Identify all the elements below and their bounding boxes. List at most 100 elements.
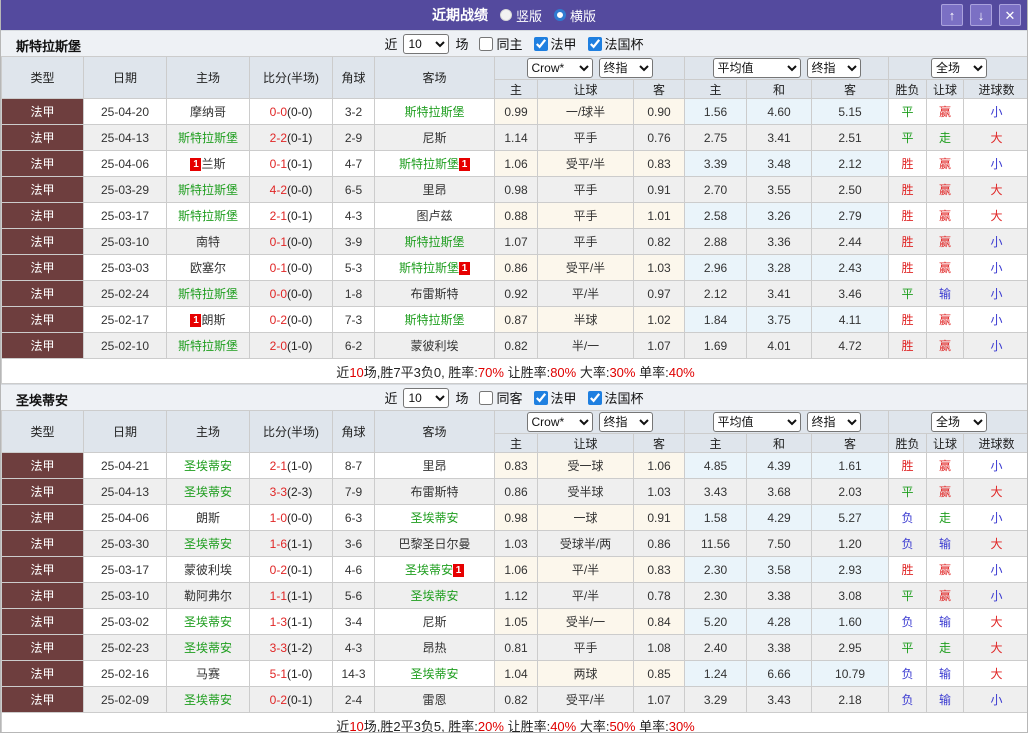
- team-name: 圣埃蒂安: [183, 459, 232, 473]
- table-row: 法甲 25-03-10 南特 0-1(0-0) 3-9 斯特拉斯堡 1.07 平手 0.82 2.…: [1, 228, 1027, 255]
- horizontal-layout-radio[interactable]: [554, 9, 566, 21]
- odds-away-cell: 0.86: [632, 530, 686, 557]
- odds-away-cell: 0.82: [632, 228, 686, 255]
- red-card-badge: 1: [459, 262, 470, 275]
- final-odds-select[interactable]: 终指: [598, 412, 653, 432]
- average-select[interactable]: 平均值: [712, 58, 801, 78]
- corner-cell: 5-6: [332, 582, 375, 609]
- summary-value: 20%: [477, 718, 504, 733]
- filter-controls: 近 10 场 同主 法甲 法国杯: [382, 33, 645, 54]
- home-team-cell: 斯特拉斯堡: [166, 332, 250, 359]
- league-cell: 法甲: [1, 306, 84, 333]
- summary-value: 40%: [668, 364, 695, 380]
- full-match-select[interactable]: 全场: [931, 412, 988, 432]
- avg-draw-cell: 3.48: [746, 150, 813, 177]
- score-cell: 3-3(1-2): [249, 634, 333, 661]
- team-name: 布雷斯特: [410, 287, 459, 301]
- same-venue-checkbox[interactable]: [479, 36, 494, 51]
- avg-home-cell: 2.75: [684, 124, 748, 151]
- date-cell: 25-04-13: [83, 124, 167, 151]
- corner-cell: 4-6: [332, 556, 375, 583]
- odds-home-cell: 0.87: [494, 306, 538, 333]
- type-header: 类型: [1, 56, 84, 99]
- league-cell: 法甲: [1, 254, 84, 281]
- date-cell: 25-02-23: [83, 634, 167, 661]
- final-odds-select-2[interactable]: 终指: [806, 58, 861, 78]
- corner-cell: 6-2: [332, 332, 375, 359]
- summary-value: 10: [349, 364, 364, 380]
- score-cell: 1-6(1-1): [249, 530, 333, 557]
- odds-home-cell: 1.04: [494, 660, 538, 687]
- odds-away-cell: 1.07: [632, 686, 686, 713]
- handicap-cell: 两球: [537, 660, 634, 687]
- team-name: 圣埃蒂安: [183, 485, 232, 499]
- table-row: 法甲 25-02-09 圣埃蒂安 0-2(0-1) 2-4 雷恩 0.82 受平/半 1.07 3…: [1, 686, 1027, 713]
- final-odds-select[interactable]: 终指: [598, 58, 653, 78]
- match-count-select[interactable]: 10: [403, 33, 450, 54]
- table-row: 法甲 25-04-06 朗斯 1-0(0-0) 6-3 圣埃蒂安 0.98 一球 0.91 1.5…: [1, 504, 1027, 531]
- same-venue-checkbox[interactable]: [479, 390, 494, 405]
- corner-cell: 3-6: [332, 530, 375, 557]
- goals-result-cell: 小: [963, 228, 1027, 255]
- same-venue-label: 同主: [496, 37, 523, 52]
- score-cell: 1-0(0-0): [249, 504, 333, 531]
- filter-bar: 圣埃蒂安 近 10 场 同客 法甲 法国杯: [1, 384, 1027, 410]
- odds-home-cell: 0.98: [494, 176, 538, 203]
- home-team-cell: 摩纳哥: [166, 98, 250, 125]
- team-name: 尼斯: [422, 131, 447, 145]
- team-name: 圣埃蒂安: [410, 667, 459, 681]
- result-header: 胜负: [888, 79, 928, 99]
- company-select[interactable]: Crow*: [526, 412, 593, 432]
- french-cup-label: 法国杯: [604, 391, 644, 406]
- final-odds-select-2[interactable]: 终指: [806, 412, 861, 432]
- ligue1-checkbox[interactable]: [533, 36, 548, 51]
- handicap-cell: 受半/一: [537, 608, 634, 635]
- close-button[interactable]: ✕: [999, 4, 1021, 26]
- home-header: 主场: [166, 410, 250, 453]
- near-label: 近: [384, 37, 398, 52]
- odds-away-header: 客: [632, 433, 686, 453]
- handicap-header: 让球: [537, 79, 634, 99]
- summary-text: 单率:: [635, 364, 669, 380]
- handicap-result-cell: 走: [926, 634, 965, 661]
- full-match-select[interactable]: 全场: [931, 58, 988, 78]
- matches-label: 场: [455, 37, 469, 52]
- result-group: 全场: [888, 56, 1027, 80]
- team-name: 斯特拉斯堡: [177, 183, 238, 197]
- avg-home-cell: 4.85: [684, 452, 748, 479]
- odds-home-cell: 0.92: [494, 280, 538, 307]
- corner-cell: 7-9: [332, 478, 375, 505]
- horizontal-layout-label[interactable]: 横版: [570, 6, 596, 25]
- summary-line: 近10场,胜7平3负0, 胜率:70% 让胜率:80% 大率:30% 单率:40…: [1, 358, 1027, 384]
- down-arrow-icon: ↓: [977, 7, 985, 23]
- match-count-select[interactable]: 10: [403, 387, 450, 408]
- french-cup-checkbox[interactable]: [587, 390, 602, 405]
- ligue1-checkbox[interactable]: [533, 390, 548, 405]
- handicap-cell: 平手: [537, 228, 634, 255]
- odds-home-cell: 1.06: [494, 556, 538, 583]
- ligue1-label: 法甲: [550, 391, 577, 406]
- result-cell: 负: [888, 504, 928, 531]
- table-row: 法甲 25-02-10 斯特拉斯堡 2-0(1-0) 6-2 蒙彼利埃 0.82 半/一 1.0…: [1, 332, 1027, 359]
- team-name: 圣埃蒂安: [410, 589, 459, 603]
- score-header: 比分(半场): [249, 56, 333, 99]
- average-select[interactable]: 平均值: [712, 412, 801, 432]
- league-cell: 法甲: [1, 332, 84, 359]
- odds-home-cell: 0.82: [494, 686, 538, 713]
- vertical-layout-radio[interactable]: [499, 9, 512, 21]
- company-select[interactable]: Crow*: [526, 58, 593, 78]
- avg-draw-cell: 3.36: [746, 228, 813, 255]
- avg-home-cell: 2.88: [684, 228, 748, 255]
- away-team-cell: 圣埃蒂安: [374, 582, 495, 609]
- table-row: 法甲 25-03-02 圣埃蒂安 1-3(1-1) 3-4 尼斯 1.05 受半/一 0.84 5…: [1, 608, 1027, 635]
- handicap-result-cell: 赢: [926, 582, 965, 609]
- french-cup-checkbox[interactable]: [587, 36, 602, 51]
- corner-cell: 8-7: [332, 452, 375, 479]
- move-down-button[interactable]: ↓: [970, 4, 992, 26]
- vertical-layout-label[interactable]: 竖版: [516, 6, 542, 25]
- move-up-button[interactable]: ↑: [941, 4, 963, 26]
- odds-away-header: 客: [632, 79, 686, 99]
- league-cell: 法甲: [1, 176, 84, 203]
- avg-away-cell: 4.11: [811, 306, 890, 333]
- up-arrow-icon: ↑: [948, 7, 956, 23]
